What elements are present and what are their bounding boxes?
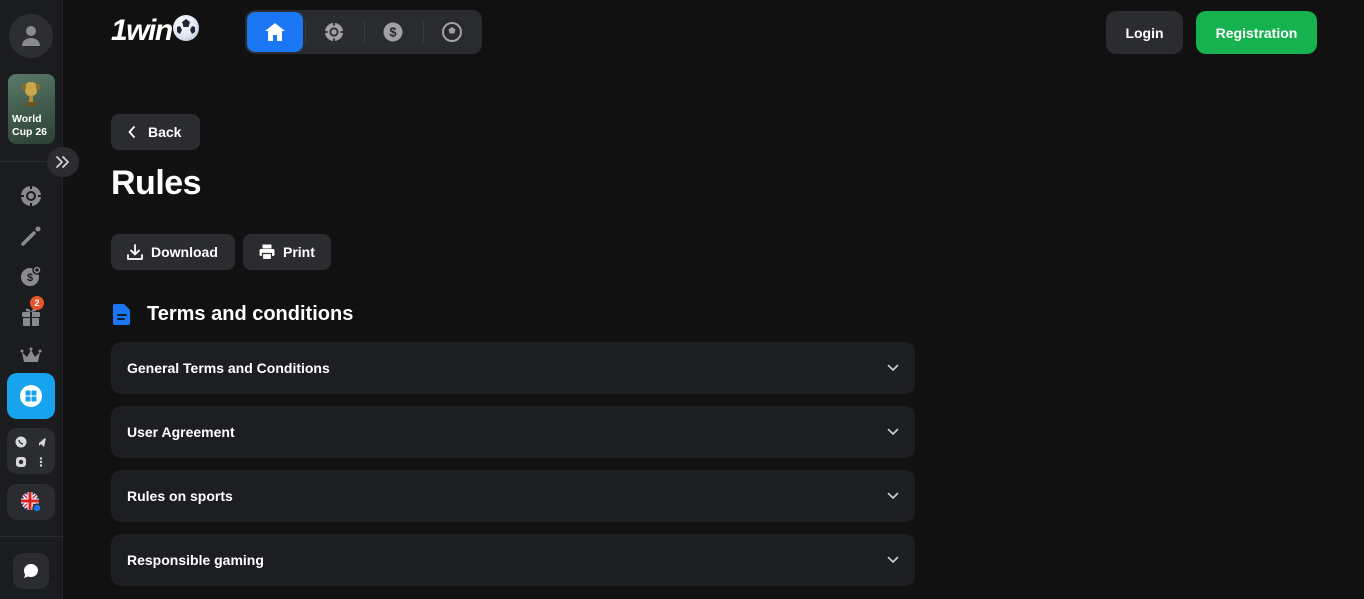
- accordion-item[interactable]: Responsible gaming: [111, 534, 915, 586]
- windows-app-button[interactable]: [7, 373, 55, 419]
- accordion-label: Rules on sports: [127, 488, 233, 504]
- nav-sports[interactable]: [424, 12, 480, 52]
- windows-icon: [20, 385, 42, 407]
- print-label: Print: [283, 244, 315, 260]
- back-label: Back: [148, 124, 182, 140]
- download-button[interactable]: Download: [111, 234, 235, 270]
- sidebar-item-vip[interactable]: [19, 344, 43, 368]
- printer-icon: [259, 244, 275, 261]
- chevron-down-icon: [887, 364, 899, 372]
- crown-icon: [20, 347, 42, 362]
- casino-chip-icon: [324, 22, 344, 42]
- section-title: Terms and conditions: [147, 303, 354, 325]
- more-dots-icon[interactable]: [34, 455, 48, 469]
- download-label: Download: [151, 244, 218, 260]
- trophy-icon: [22, 82, 40, 106]
- telegram-icon[interactable]: [34, 435, 48, 449]
- registration-button[interactable]: Registration: [1196, 11, 1317, 54]
- download-icon: [127, 244, 143, 260]
- logo-ball-icon: [172, 15, 199, 41]
- nav-payments[interactable]: $: [365, 12, 421, 52]
- site-logo[interactable]: 1win: [111, 14, 199, 48]
- print-button[interactable]: Print: [243, 234, 331, 270]
- world-cup-promo[interactable]: World Cup 26: [8, 74, 55, 144]
- login-button[interactable]: Login: [1106, 11, 1183, 54]
- document-icon: [113, 304, 130, 325]
- instagram-icon[interactable]: [14, 455, 28, 469]
- accordion-label: Responsible gaming: [127, 552, 264, 568]
- soccer-ball-icon: [442, 22, 462, 42]
- svg-text:$: $: [27, 272, 33, 284]
- support-chat-button[interactable]: [13, 553, 49, 589]
- accordion-item[interactable]: Rules on sports: [111, 470, 915, 522]
- chevron-down-icon: [887, 492, 899, 500]
- accordion-label: User Agreement: [127, 424, 235, 440]
- expand-sidebar-button[interactable]: [47, 147, 79, 177]
- logo-text: 1win: [111, 14, 173, 47]
- back-button[interactable]: Back: [111, 114, 200, 150]
- accordion-item[interactable]: General Terms and Conditions: [111, 342, 915, 394]
- double-chevron-right-icon: [56, 156, 69, 168]
- accordion-label: General Terms and Conditions: [127, 360, 330, 376]
- sidebar-item-sports[interactable]: [19, 224, 43, 248]
- chat-bubble-icon: [24, 564, 38, 578]
- chevron-left-icon: [128, 126, 136, 138]
- section-header: Terms and conditions: [111, 302, 353, 326]
- svg-text:$: $: [389, 25, 397, 40]
- profile-avatar-button[interactable]: [9, 14, 53, 58]
- sidebar-divider: [0, 536, 63, 537]
- chevron-down-icon: [887, 428, 899, 436]
- gifts-count-badge: 2: [30, 296, 44, 310]
- user-icon: [22, 26, 40, 46]
- page-title: Rules: [111, 164, 202, 202]
- sidebar-item-bonuses[interactable]: $: [19, 264, 43, 288]
- coin-plus-icon: $: [21, 265, 42, 286]
- nav-home[interactable]: [247, 12, 303, 52]
- accordion-item[interactable]: User Agreement: [111, 406, 915, 458]
- bat-icon: [21, 226, 41, 246]
- language-selector[interactable]: [7, 484, 55, 520]
- uk-flag-icon: [21, 492, 42, 513]
- sidebar-item-casino[interactable]: [19, 184, 43, 208]
- home-icon: [265, 23, 285, 41]
- whatsapp-icon[interactable]: [14, 435, 28, 449]
- top-nav: $: [245, 10, 482, 54]
- casino-chip-icon: [20, 185, 42, 207]
- promo-label: World Cup 26: [12, 113, 48, 138]
- dollar-coin-icon: $: [383, 22, 403, 42]
- social-links: [7, 428, 55, 474]
- chevron-down-icon: [887, 556, 899, 564]
- sidebar: World Cup 26 $ 2: [0, 0, 79, 599]
- nav-casino[interactable]: [306, 12, 362, 52]
